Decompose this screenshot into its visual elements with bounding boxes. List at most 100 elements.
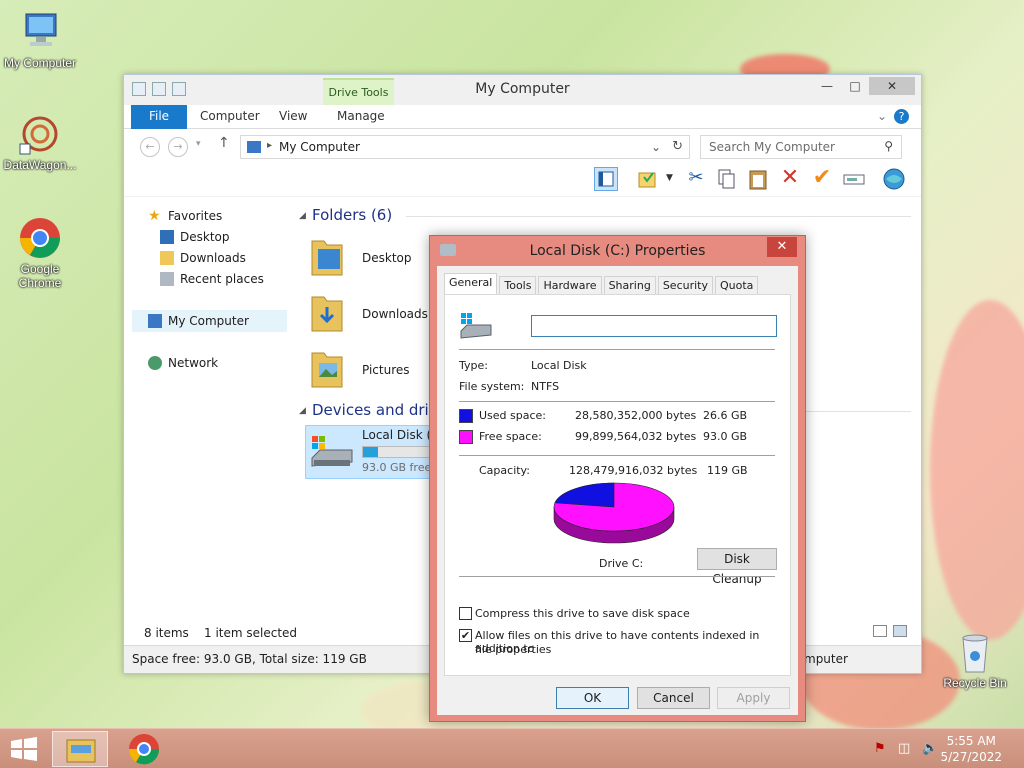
cancel-button[interactable]: Cancel	[637, 687, 710, 709]
desktop-icon-datawagon[interactable]: DataWagon...	[0, 112, 80, 172]
nav-label: Downloads	[180, 251, 246, 265]
folders-group-header[interactable]: Folders (6)	[312, 206, 392, 224]
search-input[interactable]: Search My Computer ⚲	[700, 135, 902, 159]
system-clock[interactable]: 5:55 AM 5/27/2022	[940, 733, 1002, 765]
devices-group-header[interactable]: Devices and drive	[312, 401, 447, 419]
used-gb: 26.6 GB	[703, 409, 748, 422]
folder-downloads-icon[interactable]	[310, 289, 344, 333]
disk-cleanup-button[interactable]: Disk Cleanup	[697, 548, 777, 586]
chrome-icon	[18, 216, 62, 260]
used-bytes: 28,580,352,000 bytes	[575, 409, 697, 422]
rename-icon[interactable]	[842, 167, 866, 191]
index-checkbox[interactable]: ✔	[459, 629, 472, 642]
folder-desktop-icon[interactable]	[310, 233, 344, 277]
type-label: Type:	[459, 359, 488, 372]
globe-icon[interactable]	[882, 167, 906, 191]
computer-small-icon	[247, 141, 261, 153]
large-icons-view-icon[interactable]	[893, 625, 907, 637]
navigation-pane: ★ Favorites Desktop Downloads Recent pla…	[124, 197, 294, 617]
apply-button[interactable]: Apply	[717, 687, 790, 709]
dialog-body: General Tools Hardware Sharing Security …	[437, 266, 798, 715]
clock-time: 5:55 AM	[946, 734, 996, 748]
collapse-icon[interactable]: ◢	[299, 211, 306, 221]
desktop-icon-my-computer[interactable]: My Computer	[0, 10, 80, 70]
minimize-button[interactable]: —	[813, 77, 841, 95]
tab-security[interactable]: Security	[657, 276, 713, 294]
type-value: Local Disk	[531, 359, 587, 372]
nav-downloads[interactable]: Downloads	[160, 251, 246, 265]
dialog-tabs: General Tools Hardware Sharing Security …	[444, 273, 760, 294]
cut-icon[interactable]: ✂	[684, 167, 708, 191]
ok-button[interactable]: OK	[556, 687, 629, 709]
dialog-close-button[interactable]: ✕	[767, 237, 797, 257]
chrome-icon	[128, 734, 160, 765]
volume-muted-icon[interactable]: 🔈	[922, 741, 938, 757]
nav-label: Favorites	[168, 209, 223, 223]
action-center-flag-icon[interactable]: ⚑	[874, 741, 890, 757]
tab-general[interactable]: General	[444, 273, 498, 294]
back-button[interactable]: ←	[140, 137, 160, 157]
maximize-button[interactable]: □	[841, 77, 869, 95]
up-button[interactable]: ↑	[218, 135, 230, 151]
folder-label[interactable]: Pictures	[362, 363, 410, 377]
tab-sharing[interactable]: Sharing	[603, 276, 656, 294]
check-icon[interactable]: ✔	[810, 167, 834, 191]
drive-c-tile[interactable]: Local Disk (C 93.0 GB free o	[305, 425, 441, 479]
tab-file[interactable]: File	[131, 105, 187, 129]
folder-pictures-icon[interactable]	[310, 345, 344, 389]
folder-label[interactable]: Desktop	[362, 251, 412, 265]
nav-my-computer[interactable]: My Computer	[148, 314, 249, 328]
dropdown-arrow-icon[interactable]: ▼	[666, 173, 673, 183]
ribbon-expand-icon[interactable]: ⌄	[877, 109, 887, 123]
drive-usage-bar	[362, 446, 432, 458]
compress-checkbox[interactable]	[459, 607, 472, 620]
tab-quota[interactable]: Quota	[714, 276, 759, 294]
breadcrumb-chevron-icon[interactable]: ▸	[267, 140, 272, 151]
desktop-icon-recycle-bin[interactable]: Recycle Bin	[935, 630, 1015, 690]
recycle-bin-icon	[953, 630, 997, 674]
folder-label[interactable]: Downloads	[362, 307, 428, 321]
separator	[459, 576, 775, 577]
items-count: 8 items	[144, 626, 189, 640]
copy-icon[interactable]	[714, 167, 738, 191]
desktop-icon-chrome[interactable]: Google Chrome	[0, 216, 80, 290]
preview-pane-icon[interactable]	[594, 167, 618, 191]
collapse-icon[interactable]: ◢	[299, 406, 306, 416]
nav-network[interactable]: Network	[148, 356, 218, 370]
recent-locations-icon[interactable]: ▾	[196, 139, 201, 149]
drive-name-input[interactable]	[531, 315, 777, 337]
start-button[interactable]	[10, 737, 38, 761]
free-bytes: 99,899,564,032 bytes	[575, 430, 697, 443]
recent-places-icon	[160, 272, 174, 286]
taskbar-explorer-button[interactable]	[52, 731, 108, 767]
tab-hardware[interactable]: Hardware	[538, 276, 602, 294]
space-summary: Space free: 93.0 GB, Total size: 119 GB	[132, 652, 367, 666]
tab-view[interactable]: View	[279, 109, 307, 123]
taskbar-chrome-button[interactable]	[116, 731, 172, 767]
folder-check-icon[interactable]	[636, 167, 660, 191]
pie-slice-used	[554, 482, 615, 508]
delete-icon[interactable]: ✕	[778, 167, 802, 191]
nav-favorites[interactable]: ★ Favorites	[148, 209, 222, 223]
tab-tools[interactable]: Tools	[499, 276, 537, 294]
address-dropdown-icon[interactable]: ⌄	[651, 140, 661, 154]
tab-computer[interactable]: Computer	[200, 109, 260, 123]
compress-label: Compress this drive to save disk space	[475, 607, 690, 620]
refresh-icon[interactable]: ↻	[672, 139, 683, 154]
help-icon[interactable]: ?	[894, 109, 909, 124]
details-view-icon[interactable]	[873, 625, 887, 637]
network-status-icon[interactable]: ◫	[898, 741, 914, 757]
address-bar[interactable]: ▸ My Computer ⌄ ↻	[240, 135, 690, 159]
address-text: My Computer	[279, 140, 360, 154]
forward-button[interactable]: →	[168, 137, 188, 157]
desktop-icon-label: Google Chrome	[18, 262, 62, 290]
close-button[interactable]: ✕	[869, 77, 915, 95]
star-icon: ★	[148, 208, 161, 224]
separator	[459, 455, 775, 456]
nav-recent-places[interactable]: Recent places	[160, 272, 264, 286]
paste-icon[interactable]	[746, 167, 770, 191]
nav-desktop[interactable]: Desktop	[160, 230, 230, 244]
separator	[459, 349, 775, 350]
disk-usage-pie-chart	[553, 482, 675, 544]
tab-manage[interactable]: Manage	[337, 109, 385, 123]
